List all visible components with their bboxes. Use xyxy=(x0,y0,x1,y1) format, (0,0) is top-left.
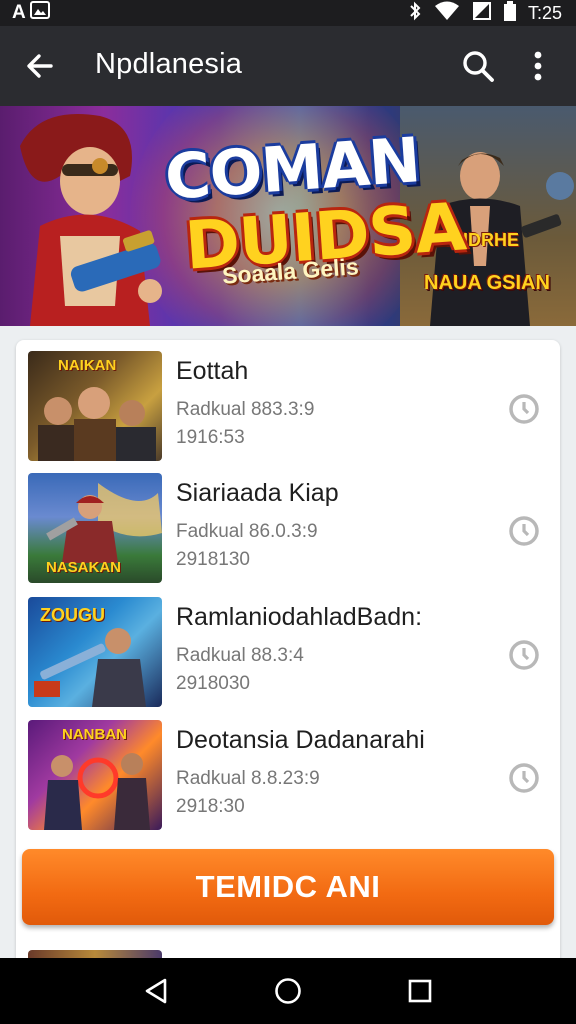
item-subtitle: Radkual 8.8.23:9 xyxy=(176,768,320,789)
recents-square-icon xyxy=(408,979,432,1003)
more-vert-icon xyxy=(534,51,542,81)
status-time: T:25 xyxy=(527,2,562,23)
list-item[interactable]: NAIKAN Eottah Radkual 883.3:9 1916:53 xyxy=(28,351,548,463)
status-left-text: A xyxy=(12,2,26,23)
item-title: Deotansia Dadanarahi xyxy=(176,726,425,754)
hero-warrior-illustration xyxy=(20,114,162,326)
item-action-button[interactable] xyxy=(506,513,542,549)
status-bar: A T:25 xyxy=(0,0,576,26)
item-meta: 2918130 xyxy=(176,549,250,570)
item-meta: 2918030 xyxy=(176,673,250,694)
clock-icon xyxy=(509,516,539,546)
list-item[interactable]: NANBAN Deotansia Dadanarahi Radkual 8.8.… xyxy=(28,720,548,832)
home-circle-icon xyxy=(275,978,301,1004)
back-triangle-icon xyxy=(145,978,167,1004)
game-thumbnail: ZOUGU xyxy=(28,597,162,707)
thumbnail-label: NAIKAN xyxy=(58,357,117,374)
app-bar: Npdlanesia xyxy=(0,26,576,106)
item-action-button[interactable] xyxy=(506,637,542,673)
search-button[interactable] xyxy=(448,26,508,106)
clock-icon xyxy=(509,394,539,424)
photo-icon xyxy=(29,1,50,25)
list-item[interactable]: NASAKAN Siariaada Kiap Fadkual 86.0.3:9 … xyxy=(28,473,548,585)
item-subtitle: Radkual 88.3:4 xyxy=(176,645,304,666)
thumbnail-label: NASAKAN xyxy=(46,559,121,576)
thumbnail-label: ZOUGU xyxy=(40,605,105,625)
nav-home-button[interactable] xyxy=(258,961,318,1021)
system-nav-bar xyxy=(0,958,576,1024)
status-left: A xyxy=(12,1,50,25)
signal-icon xyxy=(472,1,492,26)
clock-icon xyxy=(509,763,539,793)
game-thumbnail: NASAKAN xyxy=(28,473,162,583)
item-meta: 1916:53 xyxy=(176,427,245,448)
clock-icon xyxy=(509,640,539,670)
battery-icon xyxy=(503,0,516,26)
list-item[interactable]: ZOUGU RamlaniodahladBadn: Radkual 88.3:4… xyxy=(28,597,548,709)
app-title: Npdlanesia xyxy=(95,47,243,80)
item-subtitle: Radkual 883.3:9 xyxy=(176,399,315,420)
game-thumbnail: NAIKAN xyxy=(28,351,162,461)
back-arrow-icon xyxy=(27,54,53,78)
game-thumbnail: NANBAN xyxy=(28,720,162,830)
item-title: Siariaada Kiap xyxy=(176,479,339,507)
item-action-button[interactable] xyxy=(506,391,542,427)
item-action-button[interactable] xyxy=(506,760,542,796)
back-button[interactable] xyxy=(0,26,80,106)
banner-tag-bottom: NAUA GSIAN xyxy=(424,272,550,294)
item-title: Eottah xyxy=(176,357,249,385)
nav-back-button[interactable] xyxy=(126,961,186,1021)
cta-button[interactable]: TEMIDC ANI xyxy=(22,849,554,925)
search-icon xyxy=(463,51,494,82)
wifi-icon xyxy=(434,1,460,26)
nav-recents-button[interactable] xyxy=(390,961,450,1021)
more-options-button[interactable] xyxy=(508,26,568,106)
thumbnail-label: NANBAN xyxy=(62,726,127,743)
item-subtitle: Fadkual 86.0.3:9 xyxy=(176,521,318,542)
item-meta: 2918:30 xyxy=(176,796,245,817)
promo-banner[interactable]: ZNAIDRHE COMAN DUIDSA Soaala Gelis NAUA … xyxy=(0,106,576,326)
bluetooth-icon xyxy=(408,1,422,26)
item-title: RamlaniodahladBadn: xyxy=(176,603,423,631)
status-right: T:25 xyxy=(408,0,562,26)
